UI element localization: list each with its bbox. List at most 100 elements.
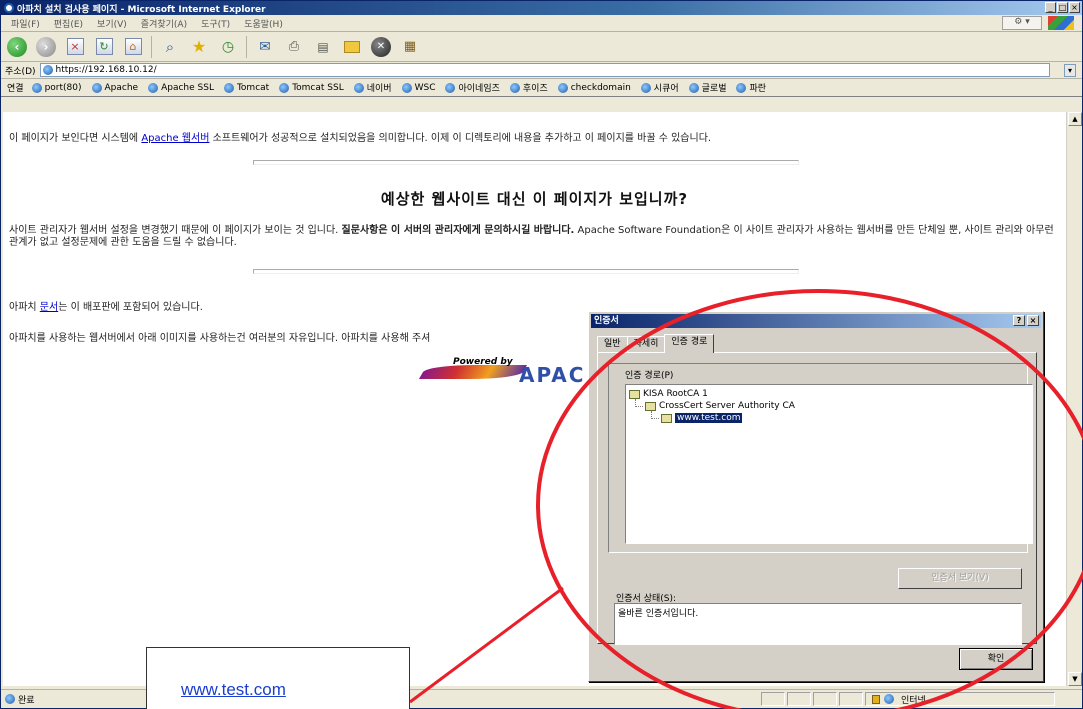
links-item-label: port(80) (44, 82, 82, 93)
dialog-close-button[interactable]: × (1027, 315, 1039, 326)
print-button[interactable]: ⎙ (283, 36, 305, 58)
links-item-label: 파란 (749, 84, 767, 94)
links-item-label: Apache (104, 82, 139, 93)
intro-paragraph: 이 페이지가 보인다면 시스템에 Apache 웹서버 소프트웨어가 성공적으로… (9, 129, 711, 144)
scroll-down-button[interactable]: ▼ (1068, 672, 1082, 686)
favorites-button[interactable]: ★ (188, 36, 210, 58)
scroll-up-button[interactable]: ▲ (1068, 112, 1082, 126)
ie-link-icon (401, 82, 412, 93)
view-certificate-button[interactable]: 인증서 보기(V) (898, 568, 1022, 589)
menu-view[interactable]: 보기(V) (97, 17, 127, 30)
ok-button[interactable]: 확인 (959, 648, 1033, 670)
links-item[interactable]: 네이버 (353, 81, 392, 94)
tab-general[interactable]: 일반 (597, 336, 628, 352)
minimize-button[interactable]: _ (1045, 2, 1056, 13)
links-item[interactable]: 아이네임즈 (445, 81, 500, 94)
title-bar: 아파치 설치 검사용 페이지 - Microsoft Internet Expl… (1, 1, 1082, 15)
menu-file[interactable]: 파일(F) (11, 17, 40, 30)
tree-item-intermediate-ca[interactable]: CrossCert Server Authority CA (645, 400, 795, 412)
search-icon: ⌕ (165, 37, 175, 56)
links-item[interactable]: Apache SSL (148, 82, 214, 93)
certification-path-label: 인증 경로(P) (623, 368, 676, 381)
ie-link-icon (736, 82, 747, 93)
apache-webserver-link[interactable]: Apache 웹서버 (141, 133, 209, 144)
links-item-label: Apache SSL (161, 82, 214, 93)
links-item[interactable]: port(80) (31, 82, 82, 93)
ie-link-icon (279, 82, 290, 93)
home-button[interactable]: ⌂ (122, 36, 144, 58)
tab-details[interactable]: 자세히 (626, 336, 666, 352)
docs-text-end: 는 이 배포판에 포함되어 있습니다. (58, 302, 203, 313)
standard-toolbar: ‹ › × ↻ ⌂ ⌕ ★ ◷ ✉ ⎙ ▤ ✕ ▦ (1, 32, 1082, 62)
links-item[interactable]: 시큐어 (640, 81, 679, 94)
menubar-right: ⚙ ▾ (1002, 16, 1074, 30)
ie-link-icon (509, 82, 520, 93)
horizontal-rule (253, 269, 799, 274)
address-bar: 주소(D) https://192.168.10.12/ ▾ (1, 62, 1082, 79)
address-input[interactable]: https://192.168.10.12/ (39, 63, 1050, 77)
status-panels: 인터넷 (761, 692, 1055, 706)
certificate-status-box: 올바른 인증서입니다. (614, 603, 1022, 645)
ie-link-icon (640, 82, 651, 93)
menu-tools[interactable]: 도구(T) (201, 17, 230, 30)
tab-certification-path[interactable]: 인증 경로 (664, 334, 715, 353)
links-item-label: Tomcat (236, 82, 270, 93)
certification-path-group: 인증 경로(P) KISA RootCA 1 CrossCert Server … (608, 363, 1033, 553)
status-panel (761, 692, 785, 706)
links-item[interactable]: WSC (401, 82, 435, 93)
links-item-label: Tomcat SSL (292, 82, 344, 93)
dialog-title: 인증서 (594, 316, 619, 326)
refresh-button[interactable]: ↻ (93, 36, 115, 58)
address-dropdown-button[interactable]: ▾ (1064, 63, 1076, 77)
internet-zone-icon (884, 694, 894, 704)
powered-by-apache-logo[interactable]: Powered by APAC (418, 357, 603, 391)
research-button[interactable]: ▦ (399, 36, 421, 58)
links-bar: 연결 port(80) Apache Apache SSL Tomcat Tom… (1, 79, 1082, 97)
close-button[interactable]: × (1069, 2, 1080, 13)
page-heading: 예상한 웹사이트 대신 이 페이지가 보입니까? (380, 190, 689, 208)
dialog-help-button[interactable]: ? (1013, 315, 1025, 326)
intro-text-start: 이 페이지가 보인다면 시스템에 (9, 133, 142, 144)
ie-link-icon (445, 82, 456, 93)
certificate-tree[interactable]: KISA RootCA 1 CrossCert Server Authority… (625, 384, 1033, 544)
search-button[interactable]: ⌕ (159, 36, 181, 58)
dialog-title-bar: 인증서 ? × (591, 314, 1041, 328)
history-button[interactable]: ◷ (217, 36, 239, 58)
links-item[interactable]: Tomcat SSL (279, 82, 344, 93)
links-item[interactable]: 후이즈 (509, 81, 548, 94)
edit-button[interactable]: ▤ (312, 36, 334, 58)
menu-help[interactable]: 도움말(H) (244, 17, 283, 30)
printer-icon: ⎙ (288, 39, 300, 54)
tree-item-label: CrossCert Server Authority CA (659, 401, 795, 411)
address-label: 주소(D) (5, 66, 36, 77)
admin-notice-text: 사이트 관리자가 웹서버 설정을 변경했기 때문에 이 페이지가 보이는 것 입… (9, 225, 342, 236)
messenger-button[interactable]: ✕ (370, 36, 392, 58)
security-zone-panel: 인터넷 (865, 692, 1055, 706)
forward-button[interactable]: › (35, 36, 57, 58)
links-item[interactable]: checkdomain (557, 82, 631, 93)
folder-button[interactable] (341, 36, 363, 58)
menu-favorites[interactable]: 즐겨찾기(A) (141, 17, 187, 30)
menu-edit[interactable]: 편집(E) (54, 17, 83, 30)
ie-link-icon (557, 82, 568, 93)
admin-notice-bold: 질문사항은 이 서버의 관리자에게 문의하시길 바랍니다. (341, 225, 575, 236)
links-item[interactable]: 파란 (736, 81, 766, 94)
back-arrow-icon: ‹ (7, 36, 27, 57)
stop-button[interactable]: × (64, 36, 86, 58)
links-item[interactable]: 글로벌 (688, 81, 726, 94)
ie-link-icon (91, 82, 102, 93)
vertical-scrollbar[interactable]: ▲ ▼ (1066, 112, 1082, 686)
maximize-button[interactable]: □ (1057, 2, 1068, 13)
back-button[interactable]: ‹ (6, 36, 28, 58)
certificate-dialog: 인증서 ? × 일반 자세히 인증 경로 인증 경로(P) KISA RootC… (588, 311, 1044, 682)
links-item[interactable]: Tomcat (223, 82, 270, 93)
toolbar-options-button[interactable]: ⚙ ▾ (1002, 16, 1042, 30)
certificate-icon (661, 413, 672, 423)
links-item[interactable]: Apache (91, 82, 139, 93)
ie-link-icon (688, 82, 699, 93)
docs-text-start: 아파치 (9, 302, 40, 313)
docs-link[interactable]: 문서 (40, 302, 58, 313)
mail-button[interactable]: ✉ (254, 36, 276, 58)
tree-item-server-cert[interactable]: www.test.com (661, 412, 743, 424)
tree-connector (651, 411, 659, 419)
